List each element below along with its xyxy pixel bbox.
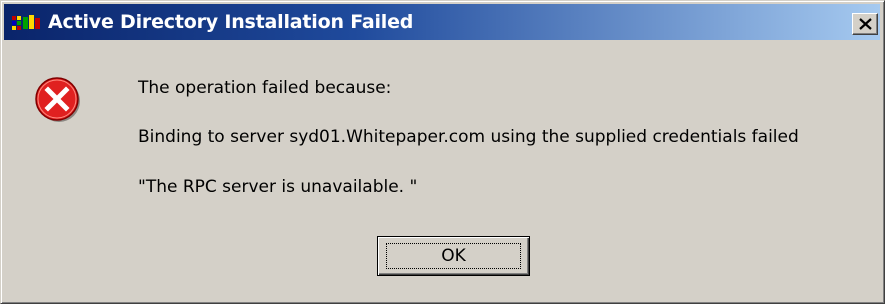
active-directory-icon <box>12 15 40 30</box>
message-detail: Binding to server syd01.Whitepaper.com u… <box>138 127 799 147</box>
error-dialog: Active Directory Installation Failed The… <box>0 0 885 304</box>
message-heading: The operation failed because: <box>138 78 392 98</box>
title-bar[interactable]: Active Directory Installation Failed <box>4 4 880 40</box>
error-icon <box>35 77 80 122</box>
close-button[interactable] <box>852 13 878 35</box>
message-error: "The RPC server is unavailable. " <box>138 177 418 197</box>
ok-button-label: OK <box>386 243 521 269</box>
dialog-title: Active Directory Installation Failed <box>48 11 414 33</box>
ok-button[interactable]: OK <box>377 236 530 276</box>
close-icon <box>859 18 872 30</box>
